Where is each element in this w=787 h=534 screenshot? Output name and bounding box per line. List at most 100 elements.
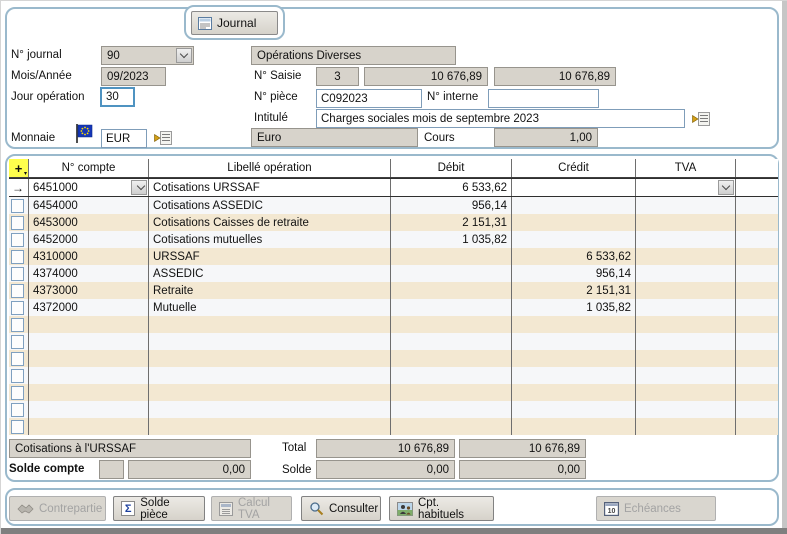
- solde-piece-button[interactable]: Σ Solde pièce: [113, 496, 205, 521]
- row-selector-cell[interactable]: [9, 231, 29, 248]
- cell-libelle[interactable]: [149, 367, 391, 384]
- table-row[interactable]: [9, 384, 778, 401]
- row-selector-cell[interactable]: [9, 367, 29, 384]
- cell-debit[interactable]: 1 035,82: [391, 231, 512, 248]
- cell-credit[interactable]: [512, 384, 636, 401]
- cell-debit[interactable]: [391, 282, 512, 299]
- row-selector-cell[interactable]: →: [9, 179, 29, 196]
- cell-credit[interactable]: [512, 418, 636, 435]
- row-selector-cell[interactable]: [9, 197, 29, 214]
- cell-tva[interactable]: [636, 367, 736, 384]
- cell-debit[interactable]: [391, 299, 512, 316]
- cell-credit[interactable]: 956,14: [512, 265, 636, 282]
- cell-tva[interactable]: [636, 350, 736, 367]
- cell-libelle[interactable]: Cotisations ASSEDIC: [149, 197, 391, 214]
- row-selector-cell[interactable]: [9, 265, 29, 282]
- row-select-box[interactable]: [11, 250, 24, 264]
- n-interne-input[interactable]: [488, 89, 599, 108]
- cell-compte[interactable]: 4374000: [29, 265, 149, 282]
- cell-libelle[interactable]: ASSEDIC: [149, 265, 391, 282]
- row-select-box[interactable]: [11, 199, 24, 213]
- row-selector-cell[interactable]: [9, 384, 29, 401]
- cell-libelle[interactable]: URSSAF: [149, 248, 391, 265]
- cell-tva[interactable]: [636, 299, 736, 316]
- lookup-list-icon[interactable]: [692, 112, 710, 126]
- cell-credit[interactable]: [512, 333, 636, 350]
- cell-compte[interactable]: 6452000: [29, 231, 149, 248]
- cell-credit[interactable]: [512, 214, 636, 231]
- cell-debit[interactable]: 956,14: [391, 197, 512, 214]
- cell-compte[interactable]: 4372000: [29, 299, 149, 316]
- cell-debit[interactable]: 2 151,31: [391, 214, 512, 231]
- cell-credit[interactable]: [512, 197, 636, 214]
- calcul-tva-button[interactable]: Calcul TVA: [211, 496, 292, 521]
- table-row[interactable]: 4310000URSSAF 6 533,62: [9, 248, 778, 265]
- row-select-box[interactable]: [11, 403, 24, 417]
- cell-libelle[interactable]: [149, 418, 391, 435]
- row-selector-cell[interactable]: [9, 333, 29, 350]
- cell-debit[interactable]: [391, 350, 512, 367]
- journal-number-select[interactable]: 90: [101, 46, 194, 65]
- cell-compte[interactable]: [29, 418, 149, 435]
- cell-tva[interactable]: [636, 197, 736, 214]
- lookup-list-icon[interactable]: [154, 131, 172, 145]
- contrepartie-button[interactable]: Contrepartie: [9, 496, 106, 521]
- chevron-down-icon[interactable]: [131, 180, 147, 195]
- cell-tva[interactable]: [636, 231, 736, 248]
- cell-compte[interactable]: [29, 333, 149, 350]
- row-select-box[interactable]: [11, 369, 24, 383]
- cell-libelle[interactable]: [149, 384, 391, 401]
- cell-credit[interactable]: [512, 401, 636, 418]
- cell-tva[interactable]: [636, 214, 736, 231]
- cell-libelle[interactable]: Cotisations Caisses de retraite: [149, 214, 391, 231]
- table-row[interactable]: [9, 401, 778, 418]
- cell-debit[interactable]: 6 533,62: [391, 179, 512, 196]
- row-selector-cell[interactable]: [9, 299, 29, 316]
- table-row[interactable]: [9, 367, 778, 384]
- cell-compte[interactable]: [29, 384, 149, 401]
- chevron-down-icon[interactable]: [176, 48, 192, 63]
- cell-tva[interactable]: [636, 418, 736, 435]
- cell-compte[interactable]: [29, 401, 149, 418]
- cell-tva[interactable]: [636, 265, 736, 282]
- cell-tva[interactable]: [636, 282, 736, 299]
- cell-credit[interactable]: 6 533,62: [512, 248, 636, 265]
- row-select-box[interactable]: [11, 267, 24, 281]
- cell-compte[interactable]: 4310000: [29, 248, 149, 265]
- table-row[interactable]: 4373000Retraite2 151,31: [9, 282, 778, 299]
- cell-compte[interactable]: 6454000: [29, 197, 149, 214]
- cell-tva[interactable]: [636, 179, 736, 196]
- chevron-down-icon[interactable]: [718, 180, 734, 195]
- table-row[interactable]: →6451000Cotisations URSSAF6 533,62: [9, 178, 778, 197]
- cell-libelle[interactable]: [149, 401, 391, 418]
- cell-debit[interactable]: [391, 367, 512, 384]
- cell-debit[interactable]: [391, 384, 512, 401]
- row-select-box[interactable]: [11, 318, 24, 332]
- cell-compte[interactable]: [29, 350, 149, 367]
- cpt-habituels-button[interactable]: Cpt. habituels: [389, 496, 494, 521]
- cell-debit[interactable]: [391, 316, 512, 333]
- cell-credit[interactable]: 1 035,82: [512, 299, 636, 316]
- cell-credit[interactable]: [512, 367, 636, 384]
- row-select-box[interactable]: [11, 216, 24, 230]
- row-selector-cell[interactable]: [9, 248, 29, 265]
- cell-libelle[interactable]: [149, 350, 391, 367]
- table-row[interactable]: 4372000Mutuelle1 035,82: [9, 299, 778, 316]
- row-selector-cell[interactable]: [9, 401, 29, 418]
- jour-operation-input[interactable]: [100, 87, 135, 107]
- cell-libelle[interactable]: [149, 333, 391, 350]
- row-select-box[interactable]: [11, 386, 24, 400]
- cell-libelle[interactable]: Cotisations URSSAF: [149, 179, 391, 196]
- cell-debit[interactable]: [391, 333, 512, 350]
- cell-compte[interactable]: 6453000: [29, 214, 149, 231]
- table-row[interactable]: 4374000ASSEDIC 956,14: [9, 265, 778, 282]
- cell-tva[interactable]: [636, 384, 736, 401]
- row-select-box[interactable]: [11, 301, 24, 315]
- cell-credit[interactable]: [512, 179, 636, 196]
- intitule-input[interactable]: [316, 109, 685, 128]
- cell-tva[interactable]: [636, 316, 736, 333]
- table-row[interactable]: [9, 333, 778, 350]
- cell-tva[interactable]: [636, 401, 736, 418]
- cell-compte[interactable]: 4373000: [29, 282, 149, 299]
- cell-libelle[interactable]: Cotisations mutuelles: [149, 231, 391, 248]
